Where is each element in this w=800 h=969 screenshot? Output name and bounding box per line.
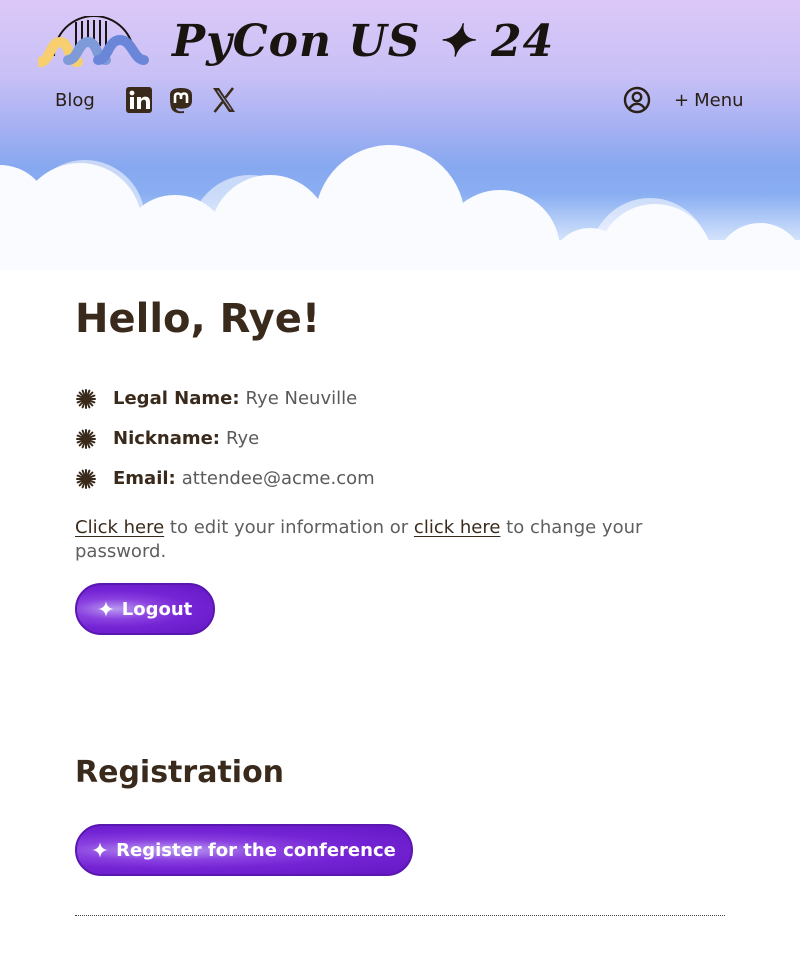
linkedin-icon[interactable] <box>125 86 153 114</box>
x-icon[interactable] <box>210 86 238 114</box>
edit-info-text: to edit your information or <box>164 517 414 538</box>
asterisk-bullet-icon <box>76 389 96 409</box>
pycon-logo[interactable] <box>38 16 150 68</box>
email-value: attendee@acme.com <box>181 468 375 489</box>
nickname-label: Nickname: <box>113 428 220 449</box>
plus-icon: + <box>674 90 690 111</box>
email-label: Email: <box>113 468 176 489</box>
header-hero: PyCon US ✦ 24 Blog + Menu <box>0 0 800 270</box>
user-account-icon[interactable] <box>623 86 651 114</box>
profile-info-list: Legal Name: Rye Neuville Nickname: Rye E… <box>75 386 375 506</box>
legal-name-label: Legal Name: <box>113 388 240 409</box>
register-button[interactable]: Register for the conference <box>75 824 413 876</box>
logout-button[interactable]: Logout <box>75 583 215 635</box>
list-item: Email: attendee@acme.com <box>75 466 375 506</box>
asterisk-bullet-icon <box>76 429 96 449</box>
registration-heading: Registration <box>75 755 285 790</box>
site-wordmark: PyCon US ✦ 24 <box>172 16 555 67</box>
nickname-value: Rye <box>226 428 260 449</box>
legal-name-value: Rye Neuville <box>245 388 358 409</box>
nav-blog-link[interactable]: Blog <box>55 90 95 111</box>
section-divider <box>75 915 725 916</box>
edit-info-link[interactable]: Click here <box>75 517 164 538</box>
sparkle-icon <box>92 842 109 858</box>
asterisk-bullet-icon <box>76 469 96 489</box>
menu-button[interactable]: + Menu <box>674 90 744 111</box>
register-label: Register for the conference <box>116 839 396 861</box>
change-password-link[interactable]: click here <box>414 517 501 538</box>
edit-info-paragraph: Click here to edit your information or c… <box>75 516 735 564</box>
menu-label: Menu <box>694 90 744 111</box>
list-item: Legal Name: Rye Neuville <box>75 386 375 426</box>
page-title: Hello, Rye! <box>75 296 321 342</box>
logout-label: Logout <box>121 598 193 620</box>
list-item: Nickname: Rye <box>75 426 375 466</box>
mastodon-icon[interactable] <box>167 86 195 114</box>
sparkle-icon <box>97 601 114 617</box>
